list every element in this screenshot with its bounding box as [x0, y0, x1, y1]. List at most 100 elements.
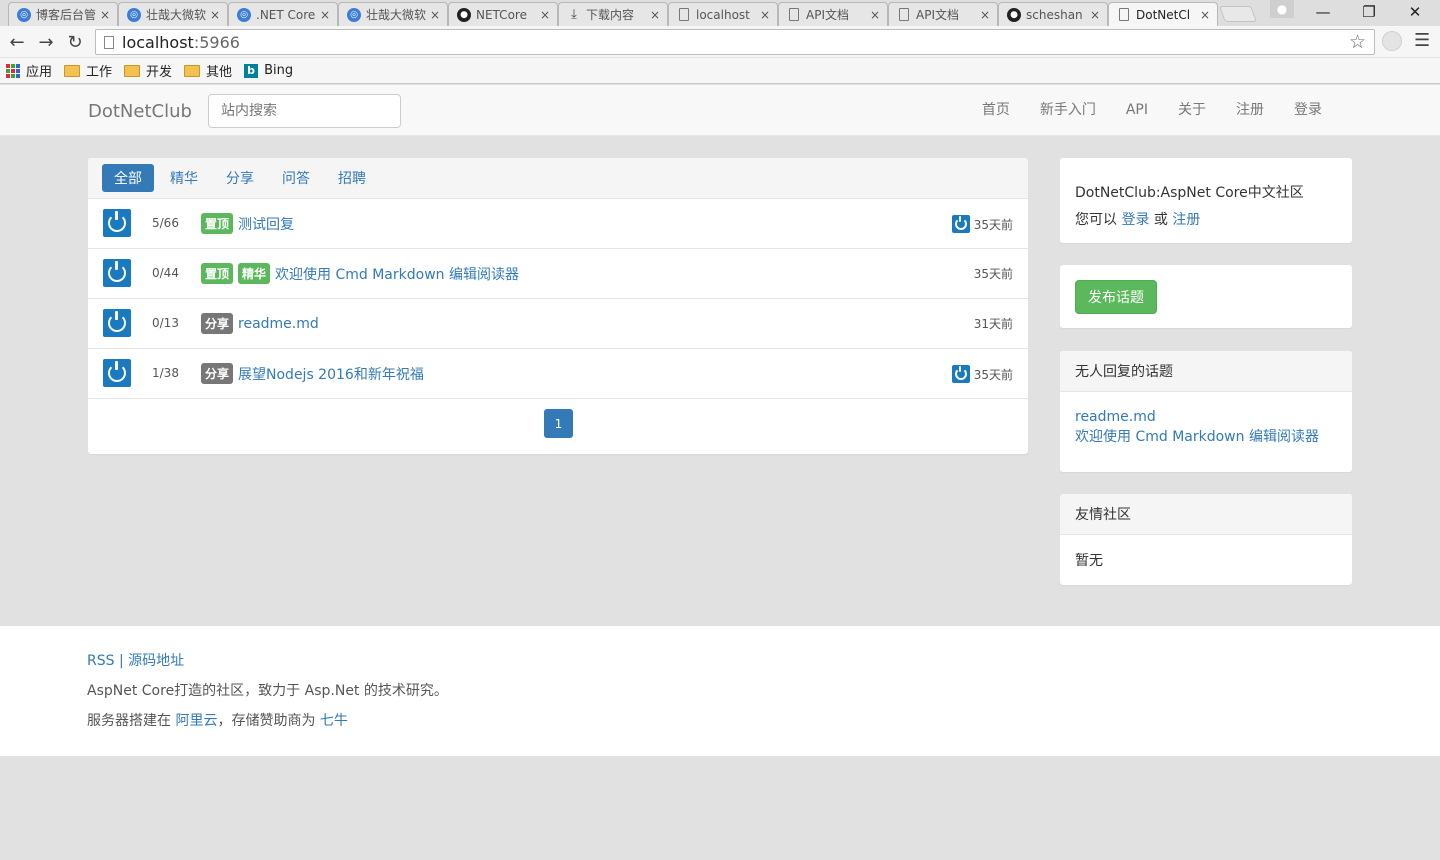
tab-all[interactable]: 全部 [102, 164, 154, 192]
browser-tab-title: DotNetCl [1136, 7, 1191, 22]
browser-tab[interactable]: ⤓ 下载内容 × [558, 2, 668, 26]
topic-last-reply: 31天前 [974, 315, 1013, 332]
bookmark-item[interactable]: 应用 [6, 61, 52, 80]
bookmark-label: Bing [264, 63, 294, 78]
address-bar[interactable]: localhost:5966 ☆ [95, 29, 1375, 55]
nav-register[interactable]: 注册 [1221, 85, 1279, 136]
page-1-button[interactable]: 1 [544, 409, 573, 438]
tab-close-icon[interactable]: × [99, 8, 111, 22]
topic-last-reply: 35天前 [951, 215, 1013, 233]
topic-row: 5/66 置顶 测试回复 35天前 [88, 199, 1028, 249]
power-icon [954, 216, 967, 230]
tab-close-icon[interactable]: × [1089, 8, 1101, 22]
source-link[interactable]: 源码地址 [128, 653, 184, 669]
topic-title-link[interactable]: 展望Nodejs 2016和新年祝福 [238, 364, 424, 384]
topic-row: 0/44 置顶 精华 欢迎使用 Cmd Markdown 编辑阅读器 35天前 [88, 249, 1028, 299]
browser-tab[interactable]: ● NETCore × [448, 2, 558, 26]
tab-close-icon[interactable]: × [649, 8, 661, 22]
minimize-icon[interactable]: — [1300, 0, 1346, 24]
last-reply-time: 35天前 [973, 367, 1013, 382]
author-avatar[interactable] [103, 309, 131, 337]
site-search-input[interactable] [208, 94, 401, 128]
tab-close-icon[interactable]: × [1199, 8, 1211, 22]
tab-close-icon[interactable]: × [539, 8, 551, 22]
browser-tab-title: localhost [696, 7, 750, 22]
browser-tab-title: API文档 [916, 8, 959, 22]
profile-icon[interactable]: ● [1270, 0, 1294, 18]
folder-icon [184, 64, 201, 77]
reload-icon[interactable]: ↻ [64, 31, 86, 53]
browser-tab[interactable]: ● scheshan × [998, 2, 1108, 26]
sidebar-login-link[interactable]: 登录 [1121, 212, 1149, 228]
topic-title-link[interactable]: 欢迎使用 Cmd Markdown 编辑阅读器 [275, 264, 519, 284]
tab-share[interactable]: 分享 [214, 164, 266, 192]
bing-icon: b [244, 63, 259, 78]
aliyun-link[interactable]: 阿里云 [175, 713, 217, 729]
bookmark-item[interactable]: 其他 [184, 61, 232, 80]
restore-icon[interactable]: ❐ [1346, 0, 1392, 24]
site-brand[interactable]: DotNetClub [88, 101, 192, 122]
rss-link[interactable]: RSS [87, 653, 115, 669]
nav-home[interactable]: 首页 [967, 85, 1025, 136]
browser-tab[interactable]: ◎ 壮哉大微软 × [338, 2, 448, 26]
tab-close-icon[interactable]: × [319, 8, 331, 22]
author-avatar[interactable] [103, 259, 131, 287]
topic-row: 1/38 分享 展望Nodejs 2016和新年祝福 35天前 [88, 349, 1028, 399]
nav-about[interactable]: 关于 [1163, 85, 1221, 136]
friends-body: 暂无 [1075, 553, 1103, 569]
tab-good[interactable]: 精华 [158, 164, 210, 192]
bookmark-item[interactable]: 开发 [124, 61, 172, 80]
new-tab-button[interactable] [1219, 6, 1257, 22]
tab-ask[interactable]: 问答 [270, 164, 322, 192]
sidebar-register-link[interactable]: 注册 [1172, 212, 1200, 228]
window-close-icon[interactable]: ✕ [1392, 0, 1438, 24]
browser-tab-title: scheshan [1026, 7, 1083, 22]
browser-tab[interactable]: ◎ .NET Core × [228, 2, 338, 26]
author-avatar[interactable] [103, 209, 131, 237]
nav-api[interactable]: API [1111, 85, 1163, 136]
browser-tab[interactable]: API文档 × [778, 2, 888, 26]
tab-close-icon[interactable]: × [209, 8, 221, 22]
bookmark-star-icon[interactable]: ☆ [1349, 31, 1366, 53]
bookmark-label: 应用 [26, 65, 53, 80]
bookmark-item[interactable]: b Bing [244, 63, 293, 78]
reply-view-count: 0/44 [152, 266, 179, 280]
no-reply-panel: 无人回复的话题 readme.md 欢迎使用 Cmd Markdown 编辑阅读… [1060, 351, 1352, 472]
browser-tab[interactable]: localhost × [668, 2, 778, 26]
browser-tab[interactable]: DotNetCl × [1108, 2, 1218, 26]
back-icon[interactable]: ← [6, 31, 28, 53]
last-reply-avatar[interactable] [951, 215, 970, 233]
nav-getting-started[interactable]: 新手入门 [1025, 85, 1111, 136]
browser-tab[interactable]: ◎ 壮哉大微软 × [118, 2, 228, 26]
site-footer: RSS | 源码地址 AspNet Core打造的社区，致力于 Asp.Net … [0, 626, 1440, 756]
tab-close-icon[interactable]: × [759, 8, 771, 22]
browser-menu-icon[interactable]: ☰ [1414, 30, 1430, 51]
reply-view-count: 1/38 [152, 366, 179, 380]
bookmark-item[interactable]: 工作 [64, 61, 112, 80]
topic-title-link[interactable]: 测试回复 [238, 214, 294, 234]
topic-title-link[interactable]: readme.md [238, 316, 319, 332]
tab-job[interactable]: 招聘 [326, 164, 378, 192]
author-avatar[interactable] [103, 359, 131, 387]
footer-server-mid: ，存储赞助商为 [217, 713, 320, 729]
last-reply-avatar[interactable] [951, 365, 970, 383]
extension-icon[interactable] [1382, 31, 1402, 51]
tab-close-icon[interactable]: × [869, 8, 881, 22]
intro-panel: DotNetClub:AspNet Core中文社区 您可以 登录 或 注册 [1060, 158, 1352, 243]
power-icon [954, 366, 967, 380]
publish-topic-button[interactable]: 发布话题 [1075, 280, 1157, 314]
forward-icon[interactable]: → [35, 31, 57, 53]
browser-tab[interactable]: API文档 × [888, 2, 998, 26]
reply-view-count: 0/13 [152, 316, 179, 330]
no-reply-item[interactable]: 欢迎使用 Cmd Markdown 编辑阅读器 [1075, 429, 1319, 445]
bookmark-label: 开发 [146, 65, 173, 80]
nav-login[interactable]: 登录 [1279, 85, 1337, 136]
browser-tab-title: 下载内容 [586, 8, 635, 22]
tab-close-icon[interactable]: × [979, 8, 991, 22]
browser-tab[interactable]: ◎ 博客后台管 × [8, 2, 118, 26]
qiniu-link[interactable]: 七牛 [320, 713, 348, 729]
tab-close-icon[interactable]: × [429, 8, 441, 22]
last-reply-time: 31天前 [973, 317, 1013, 331]
no-reply-item[interactable]: readme.md [1075, 409, 1156, 425]
site-favicon-icon: ◎ [127, 7, 141, 22]
